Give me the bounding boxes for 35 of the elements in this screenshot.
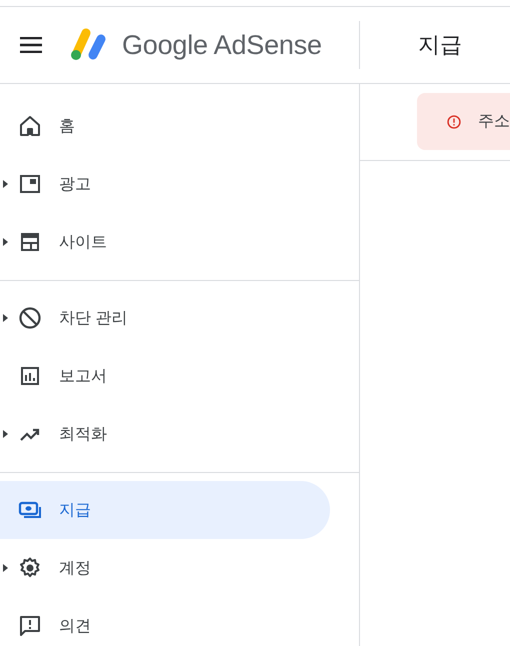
brand-name: Google AdSense [122, 30, 322, 60]
expand-caret-icon[interactable] [3, 238, 8, 246]
sidebar-label: 최적화 [59, 424, 107, 444]
sidebar-label: 보고서 [59, 366, 107, 386]
sidebar-item[interactable]: 의견 [0, 597, 330, 646]
expand-caret-icon[interactable] [3, 430, 8, 438]
alert-text: 주소 [478, 112, 510, 132]
expand-caret-icon[interactable] [3, 180, 8, 188]
bar-chart-icon [18, 364, 42, 388]
sidebar-item[interactable]: 사이트 [0, 213, 330, 271]
sidebar-label: 홈 [59, 116, 75, 136]
sidebar-item[interactable]: 홈 [0, 97, 330, 155]
logo-icon [68, 27, 108, 63]
sidebar-label: 차단 관리 [59, 308, 128, 328]
ad-frame-icon [18, 172, 42, 196]
sidebar-item[interactable]: 광고 [0, 155, 330, 213]
sidebar-item[interactable]: 보고서 [0, 347, 330, 405]
settings-icon [18, 556, 42, 580]
home-icon [18, 114, 42, 138]
block-icon [18, 306, 42, 330]
sidebar-label: 광고 [59, 174, 91, 194]
sidebar-label: 계정 [59, 558, 91, 578]
sidebar-item[interactable]: 계정 [0, 539, 330, 597]
layout-icon [18, 230, 42, 254]
sidebar-label: 지급 [59, 500, 91, 520]
menu-icon [20, 37, 42, 53]
expand-caret-icon[interactable] [3, 564, 8, 572]
sidebar-item[interactable]: 지급 [0, 481, 330, 539]
sidebar-item[interactable]: 최적화 [0, 405, 330, 463]
sidebar-label: 의견 [59, 616, 91, 636]
page-title: 지급 [418, 31, 462, 59]
sidebar-label: 사이트 [59, 232, 107, 252]
feedback-icon [18, 614, 42, 638]
expand-caret-icon[interactable] [3, 314, 8, 322]
sidebar-item[interactable]: 차단 관리 [0, 289, 330, 347]
